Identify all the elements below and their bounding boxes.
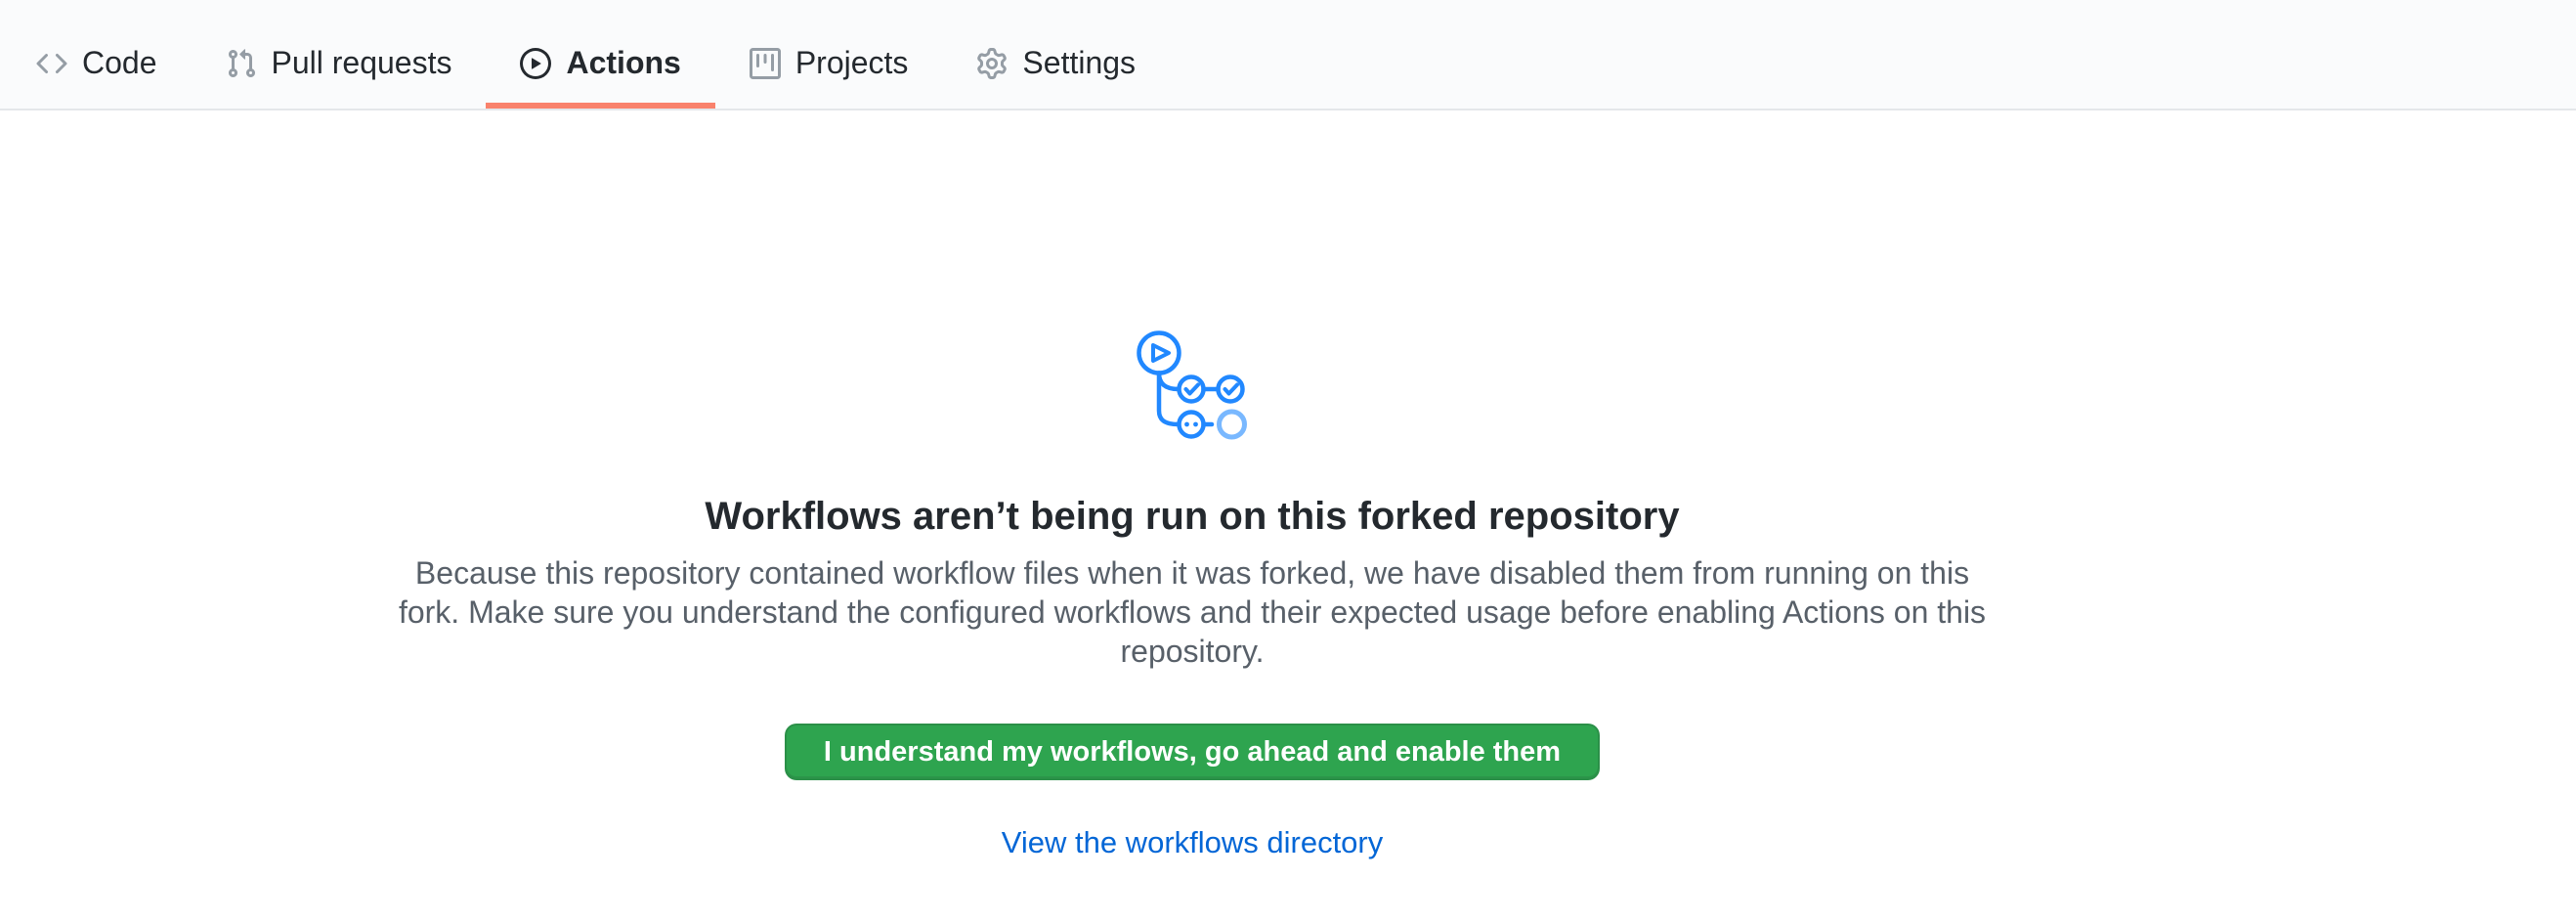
tab-settings-label: Settings [1022,45,1136,81]
workflow-graph-icon [1137,330,1248,441]
tab-pull-requests[interactable]: Pull requests [192,18,487,109]
tab-code[interactable]: Code [2,18,192,109]
tab-settings[interactable]: Settings [942,18,1170,109]
repo-tab-nav: Code Pull requests Actions Projects Sett [0,0,2576,110]
tab-code-label: Code [82,45,157,81]
enable-workflows-button[interactable]: I understand my workflows, go ahead and … [785,724,1600,780]
code-icon [36,48,67,79]
actions-disabled-blankslate: Workflows aren’t being run on this forke… [0,110,2384,860]
gear-icon [976,48,1008,79]
blankslate-description: Because this repository contained workfl… [386,553,1998,671]
tab-actions[interactable]: Actions [486,18,714,109]
play-icon [520,48,551,79]
project-icon [750,48,781,79]
git-pull-request-icon [226,48,257,79]
tab-actions-label: Actions [566,45,680,81]
link-row: View the workflows directory [0,825,2384,860]
view-workflows-directory-link[interactable]: View the workflows directory [1002,825,1384,859]
button-row: I understand my workflows, go ahead and … [0,724,2384,780]
tab-projects-label: Projects [795,45,909,81]
tab-pull-requests-label: Pull requests [272,45,452,81]
page-title: Workflows aren’t being run on this forke… [0,495,2384,538]
content-area: Workflows aren’t being run on this forke… [0,110,2384,860]
actions-page: Code Pull requests Actions Projects Sett [0,0,2576,923]
tab-projects[interactable]: Projects [715,18,943,109]
